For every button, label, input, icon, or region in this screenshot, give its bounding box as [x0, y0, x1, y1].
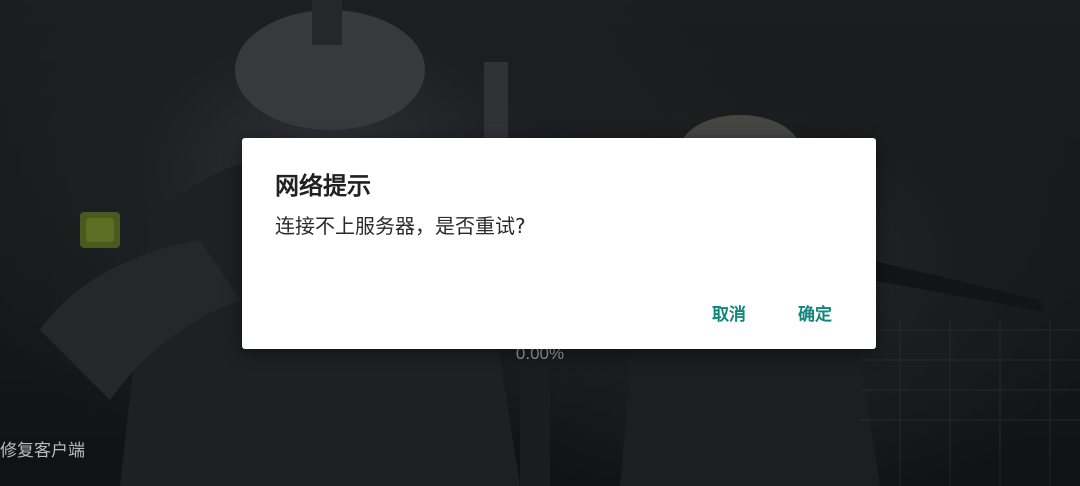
confirm-button[interactable]: 确定 [794, 298, 836, 327]
repair-client-link[interactable]: 修复客户端 [0, 436, 85, 461]
loading-screen: 0.00% 修复客户端 网络提示 连接不上服务器，是否重试? 取消 确定 [0, 0, 1080, 486]
dialog-title: 网络提示 [275, 172, 371, 200]
network-alert-dialog: 网络提示 连接不上服务器，是否重试? 取消 确定 [242, 138, 876, 349]
dialog-message: 连接不上服务器，是否重试? [275, 214, 526, 238]
cancel-button[interactable]: 取消 [708, 298, 750, 327]
